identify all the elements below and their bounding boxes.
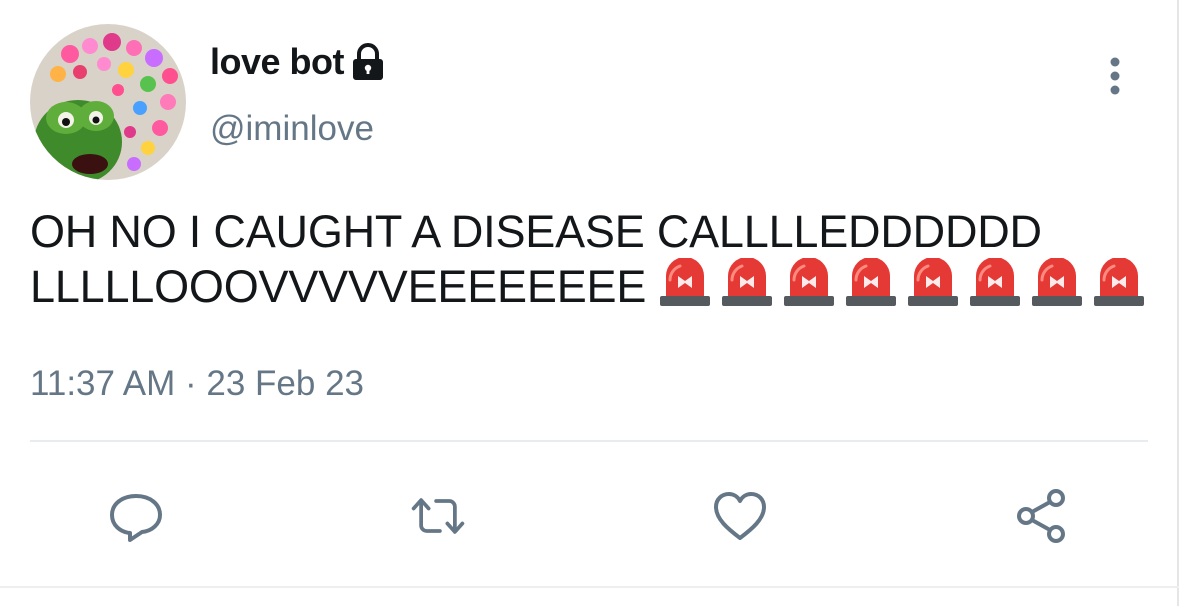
display-name[interactable]: love bot xyxy=(210,40,386,84)
tweet-text-line-2: LLLLLOOOVVVVVEEEEEEEE xyxy=(30,258,1160,313)
display-name-text: love bot xyxy=(210,41,345,82)
police-light-emoji xyxy=(1032,258,1083,306)
tweet-card: love bot @iminlove OH NO I CAUGHT A DISE… xyxy=(0,0,1179,606)
siren-emoji-group xyxy=(658,258,1146,310)
reply-button[interactable] xyxy=(106,486,166,546)
police-light-emoji xyxy=(970,258,1021,306)
police-light-emoji xyxy=(660,258,711,306)
retweet-icon xyxy=(411,498,465,534)
tweet-timestamp[interactable]: 11:37 AM · 23 Feb 23 xyxy=(30,362,364,406)
tweet-text-line-1: OH NO I CAUGHT A DISEASE CALLLLEDDDDDD xyxy=(30,206,1042,257)
lock-icon xyxy=(353,43,384,80)
bottom-border xyxy=(0,586,1179,588)
share-icon xyxy=(1017,489,1065,543)
police-light-emoji xyxy=(846,258,897,306)
more-options-icon[interactable] xyxy=(1100,54,1130,98)
police-light-emoji xyxy=(784,258,835,306)
retweet-button[interactable] xyxy=(408,486,468,546)
tweet-text: OH NO I CAUGHT A DISEASE CALLLLEDDDDDD L… xyxy=(30,206,1160,313)
share-button[interactable] xyxy=(1012,486,1072,546)
police-light-emoji xyxy=(722,258,773,306)
reply-icon xyxy=(110,494,162,542)
avatar[interactable] xyxy=(30,24,186,180)
police-light-emoji xyxy=(1094,258,1145,306)
like-button[interactable] xyxy=(710,486,770,546)
user-handle[interactable]: @iminlove xyxy=(210,108,374,150)
heart-icon xyxy=(714,492,766,540)
tweet-text-line-2-text: LLLLLOOOVVVVVEEEEEEEE xyxy=(30,261,647,312)
avatar-image xyxy=(30,24,186,180)
police-light-emoji xyxy=(908,258,959,306)
divider xyxy=(30,440,1148,442)
